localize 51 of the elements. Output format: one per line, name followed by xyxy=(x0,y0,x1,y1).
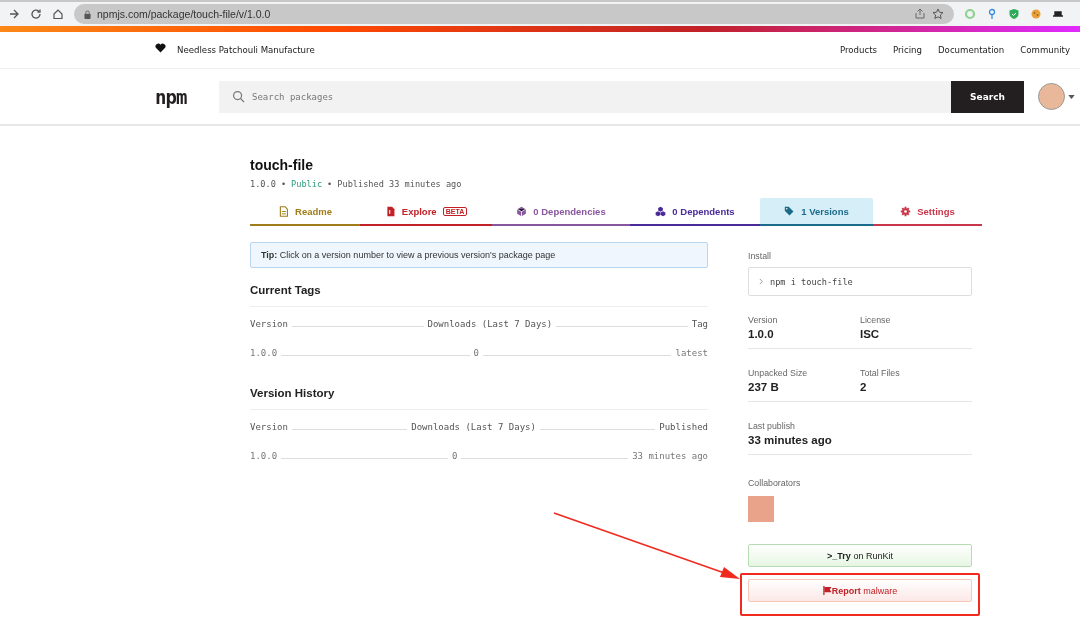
table-cell: 33 minutes ago xyxy=(632,451,708,461)
tagline: Needless Patchouli Manufacture xyxy=(177,45,315,55)
package-version: 1.0.0 xyxy=(250,179,276,189)
tab[interactable]: 0 Dependencies xyxy=(492,198,630,226)
stat-value: 237 B xyxy=(748,381,780,393)
column-header: Published xyxy=(659,422,708,432)
version-link[interactable]: 1.0.0 xyxy=(250,348,278,358)
install-command-box[interactable]: npm i touch-file xyxy=(748,267,972,296)
search-button[interactable]: Search xyxy=(951,80,1024,113)
column-header: Downloads (Last 7 Days) xyxy=(411,422,536,432)
install-label: Install xyxy=(748,251,772,261)
column-header: Version xyxy=(250,422,288,432)
install-command: npm i touch-file xyxy=(770,276,853,287)
tab[interactable]: Readme xyxy=(250,198,360,226)
stat-value: ISC xyxy=(860,328,881,340)
nav-link[interactable]: Products xyxy=(839,45,878,55)
tab[interactable]: 1 Versions xyxy=(760,198,873,226)
stat-value: 2 xyxy=(860,381,868,393)
tab[interactable]: Settings xyxy=(873,198,982,226)
package-name: touch-file xyxy=(250,157,314,175)
stat-label: Total Files xyxy=(860,368,901,378)
separator-dot: • xyxy=(327,179,333,189)
collaborators-label: Collaborators xyxy=(748,478,802,488)
table-cell: 0 xyxy=(451,451,458,461)
stat-value: 1.0.0 xyxy=(748,328,775,340)
separator-dot: • xyxy=(280,179,287,189)
visibility-label: Public xyxy=(291,179,323,189)
tip-message: Tip: Click on a version number to view a previous version's package page xyxy=(250,242,708,268)
npm-logo[interactable]: npm xyxy=(155,85,219,108)
published-time: Published 33 minutes ago xyxy=(337,179,462,189)
runkit-button[interactable]: >_Try on RunKit xyxy=(748,544,972,567)
search-field[interactable]: Search packages xyxy=(219,80,951,113)
stat-value: 33 minutes ago xyxy=(748,434,833,446)
section-heading: Version History xyxy=(250,387,708,410)
table-cell: latest xyxy=(675,348,708,358)
stat-label: Last publish xyxy=(748,421,796,431)
section-heading: Current Tags xyxy=(250,284,708,307)
table-cell: 0 xyxy=(473,348,479,358)
nav-link[interactable]: Documentation xyxy=(938,45,1005,55)
stat-label: Unpacked Size xyxy=(748,368,809,378)
url-text: npmjs.com/package/touch-file/v/1.0.0 xyxy=(97,8,271,20)
address-bar[interactable]: npmjs.com/package/touch-file/v/1.0.0 xyxy=(74,4,954,24)
column-header: Version xyxy=(250,319,288,329)
column-header: Tag xyxy=(691,319,708,329)
report-button[interactable]: Report malware xyxy=(748,579,972,602)
version-link[interactable]: 1.0.0 xyxy=(250,451,278,461)
column-header: Downloads (Last 7 Days) xyxy=(427,319,553,329)
nav-link[interactable]: Pricing xyxy=(893,45,922,55)
nav-link[interactable]: Community xyxy=(1020,45,1070,55)
stat-label: Version xyxy=(748,315,779,325)
stat-label: License xyxy=(860,315,892,325)
